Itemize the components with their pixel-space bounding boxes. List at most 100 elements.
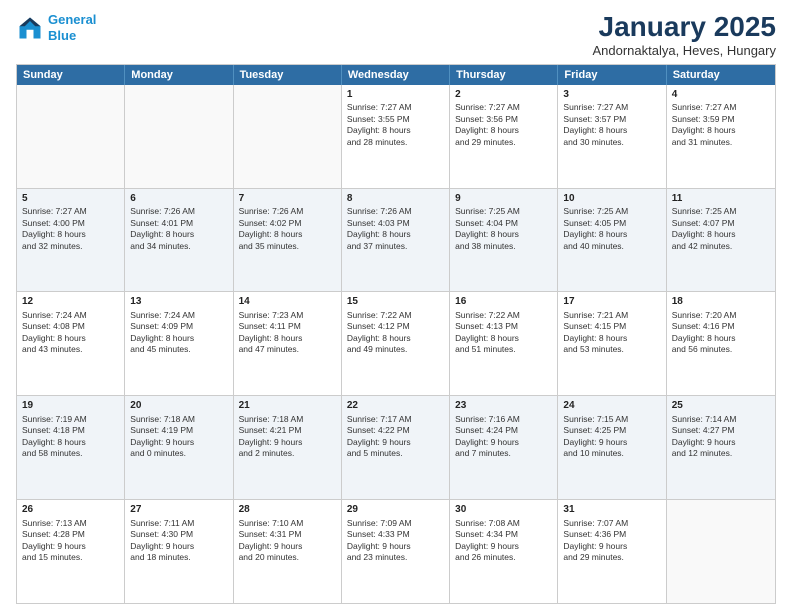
- cal-row-1: 5Sunrise: 7:27 AMSunset: 4:00 PMDaylight…: [17, 188, 775, 292]
- day-number: 10: [563, 192, 660, 206]
- day-info: Sunrise: 7:23 AM: [239, 310, 336, 321]
- day-info: Daylight: 8 hours: [22, 229, 119, 240]
- day-number: 15: [347, 295, 444, 309]
- day-info: and 20 minutes.: [239, 552, 336, 563]
- day-info: Sunrise: 7:24 AM: [22, 310, 119, 321]
- day-info: and 0 minutes.: [130, 448, 227, 459]
- day-info: Daylight: 9 hours: [455, 541, 552, 552]
- cal-cell-2-3: 15Sunrise: 7:22 AMSunset: 4:12 PMDayligh…: [342, 292, 450, 395]
- header-sunday: Sunday: [17, 65, 125, 85]
- day-number: 30: [455, 503, 552, 517]
- day-info: Sunset: 4:25 PM: [563, 425, 660, 436]
- day-info: and 56 minutes.: [672, 344, 770, 355]
- day-info: Sunset: 4:34 PM: [455, 529, 552, 540]
- day-info: Daylight: 9 hours: [130, 437, 227, 448]
- day-info: Sunrise: 7:27 AM: [563, 102, 660, 113]
- day-info: and 18 minutes.: [130, 552, 227, 563]
- day-info: Sunrise: 7:18 AM: [239, 414, 336, 425]
- day-number: 21: [239, 399, 336, 413]
- header: General Blue January 2025 Andornaktalya,…: [16, 12, 776, 58]
- day-info: Daylight: 8 hours: [347, 229, 444, 240]
- day-info: and 42 minutes.: [672, 241, 770, 252]
- cal-cell-0-2: [234, 85, 342, 188]
- calendar-body: 1Sunrise: 7:27 AMSunset: 3:55 PMDaylight…: [17, 85, 775, 603]
- day-info: Daylight: 9 hours: [239, 541, 336, 552]
- day-info: Sunset: 4:31 PM: [239, 529, 336, 540]
- day-number: 18: [672, 295, 770, 309]
- day-info: Sunset: 3:57 PM: [563, 114, 660, 125]
- header-monday: Monday: [125, 65, 233, 85]
- day-info: Daylight: 8 hours: [347, 333, 444, 344]
- day-info: Sunset: 4:04 PM: [455, 218, 552, 229]
- cal-cell-2-5: 17Sunrise: 7:21 AMSunset: 4:15 PMDayligh…: [558, 292, 666, 395]
- day-number: 29: [347, 503, 444, 517]
- logo-icon: [16, 14, 44, 42]
- day-info: Sunrise: 7:25 AM: [672, 206, 770, 217]
- day-info: and 45 minutes.: [130, 344, 227, 355]
- header-wednesday: Wednesday: [342, 65, 450, 85]
- day-number: 2: [455, 88, 552, 102]
- day-info: Sunrise: 7:22 AM: [455, 310, 552, 321]
- day-info: and 37 minutes.: [347, 241, 444, 252]
- main-title: January 2025: [592, 12, 776, 43]
- day-info: Sunrise: 7:19 AM: [22, 414, 119, 425]
- day-info: and 58 minutes.: [22, 448, 119, 459]
- day-info: Daylight: 8 hours: [130, 333, 227, 344]
- day-info: Sunset: 3:56 PM: [455, 114, 552, 125]
- day-info: and 40 minutes.: [563, 241, 660, 252]
- day-number: 27: [130, 503, 227, 517]
- cal-cell-1-3: 8Sunrise: 7:26 AMSunset: 4:03 PMDaylight…: [342, 189, 450, 292]
- day-number: 6: [130, 192, 227, 206]
- day-info: Daylight: 8 hours: [239, 333, 336, 344]
- day-info: Sunset: 4:02 PM: [239, 218, 336, 229]
- day-info: Daylight: 8 hours: [455, 229, 552, 240]
- day-info: Sunset: 4:28 PM: [22, 529, 119, 540]
- day-info: Sunrise: 7:16 AM: [455, 414, 552, 425]
- cal-cell-1-5: 10Sunrise: 7:25 AMSunset: 4:05 PMDayligh…: [558, 189, 666, 292]
- day-info: Sunrise: 7:22 AM: [347, 310, 444, 321]
- day-info: Sunset: 4:18 PM: [22, 425, 119, 436]
- day-number: 25: [672, 399, 770, 413]
- cal-cell-1-6: 11Sunrise: 7:25 AMSunset: 4:07 PMDayligh…: [667, 189, 775, 292]
- day-info: Sunset: 3:59 PM: [672, 114, 770, 125]
- day-info: and 29 minutes.: [455, 137, 552, 148]
- cal-cell-0-0: [17, 85, 125, 188]
- cal-row-4: 26Sunrise: 7:13 AMSunset: 4:28 PMDayligh…: [17, 499, 775, 603]
- day-info: Daylight: 8 hours: [455, 333, 552, 344]
- day-info: and 31 minutes.: [672, 137, 770, 148]
- day-info: and 7 minutes.: [455, 448, 552, 459]
- day-info: Sunrise: 7:13 AM: [22, 518, 119, 529]
- cal-cell-3-2: 21Sunrise: 7:18 AMSunset: 4:21 PMDayligh…: [234, 396, 342, 499]
- day-number: 28: [239, 503, 336, 517]
- header-thursday: Thursday: [450, 65, 558, 85]
- cal-cell-0-5: 3Sunrise: 7:27 AMSunset: 3:57 PMDaylight…: [558, 85, 666, 188]
- cal-cell-0-4: 2Sunrise: 7:27 AMSunset: 3:56 PMDaylight…: [450, 85, 558, 188]
- cal-cell-2-0: 12Sunrise: 7:24 AMSunset: 4:08 PMDayligh…: [17, 292, 125, 395]
- day-info: Sunrise: 7:18 AM: [130, 414, 227, 425]
- title-block: January 2025 Andornaktalya, Heves, Hunga…: [592, 12, 776, 58]
- header-friday: Friday: [558, 65, 666, 85]
- day-info: and 51 minutes.: [455, 344, 552, 355]
- day-info: Daylight: 9 hours: [455, 437, 552, 448]
- day-info: and 34 minutes.: [130, 241, 227, 252]
- day-info: Sunrise: 7:27 AM: [347, 102, 444, 113]
- day-number: 13: [130, 295, 227, 309]
- day-info: and 26 minutes.: [455, 552, 552, 563]
- day-info: and 29 minutes.: [563, 552, 660, 563]
- day-info: Sunrise: 7:21 AM: [563, 310, 660, 321]
- day-info: Sunset: 4:11 PM: [239, 321, 336, 332]
- day-info: Daylight: 8 hours: [672, 333, 770, 344]
- day-number: 1: [347, 88, 444, 102]
- day-number: 5: [22, 192, 119, 206]
- day-info: Sunrise: 7:07 AM: [563, 518, 660, 529]
- day-info: Sunset: 4:00 PM: [22, 218, 119, 229]
- day-info: and 53 minutes.: [563, 344, 660, 355]
- day-info: Sunset: 4:24 PM: [455, 425, 552, 436]
- day-info: Sunset: 4:09 PM: [130, 321, 227, 332]
- day-info: Sunrise: 7:17 AM: [347, 414, 444, 425]
- day-info: Sunrise: 7:08 AM: [455, 518, 552, 529]
- day-info: Daylight: 9 hours: [347, 541, 444, 552]
- day-info: Sunset: 4:33 PM: [347, 529, 444, 540]
- day-number: 19: [22, 399, 119, 413]
- day-info: and 35 minutes.: [239, 241, 336, 252]
